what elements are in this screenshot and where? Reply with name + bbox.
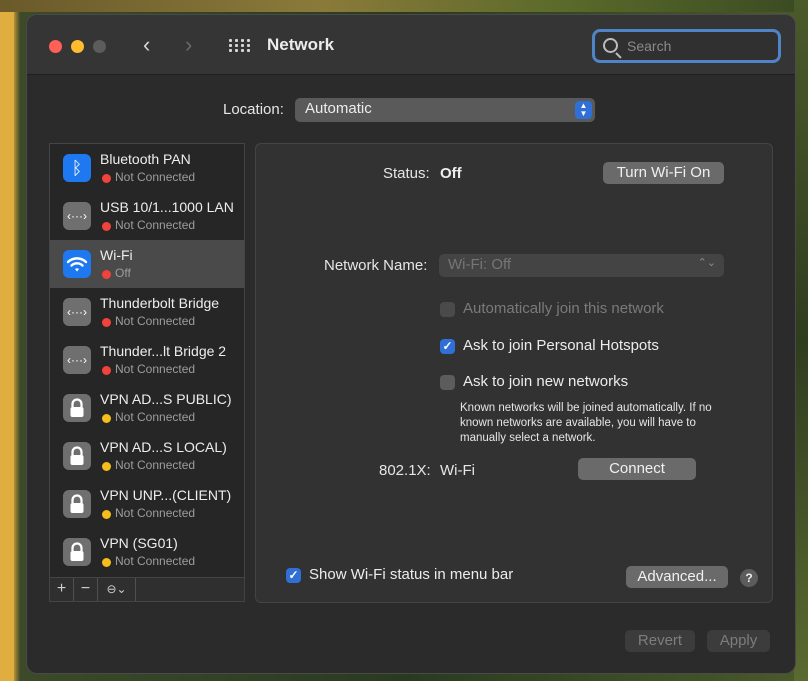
service-status: Not Connected — [115, 218, 196, 232]
apply-button[interactable]: Apply — [707, 630, 770, 652]
service-status: Off — [115, 266, 131, 280]
status-dot — [102, 318, 111, 327]
service-name: Wi-Fi — [100, 247, 133, 263]
remove-service-button[interactable]: − — [74, 578, 98, 601]
revert-button[interactable]: Revert — [625, 630, 695, 652]
show-wifi-status-label: Show Wi-Fi status in menu bar — [309, 566, 514, 583]
service-item-vpn-client[interactable]: VPN UNP...(CLIENT) Not Connected — [50, 480, 244, 528]
service-name: Bluetooth PAN — [100, 151, 191, 167]
desktop-background-top — [0, 0, 808, 12]
dot1x-label: 802.1X: — [379, 462, 431, 479]
service-status: Not Connected — [115, 362, 196, 376]
ethernet-icon: ‹···› — [63, 202, 91, 230]
service-name: VPN AD...S LOCAL) — [100, 439, 227, 455]
lock-icon — [63, 538, 91, 566]
dot1x-value: Wi-Fi — [440, 462, 475, 479]
known-networks-note: Known networks will be joined automatica… — [460, 402, 712, 444]
location-label: Location: — [223, 101, 284, 118]
status-dot — [102, 414, 111, 423]
service-name: Thunder...lt Bridge 2 — [100, 343, 227, 359]
service-item-thunderbolt-bridge-2[interactable]: ‹···› Thunder...lt Bridge 2 Not Connecte… — [50, 336, 244, 384]
personal-hotspots-checkbox[interactable]: ✓ — [440, 339, 455, 354]
service-name: Thunderbolt Bridge — [100, 295, 220, 311]
desktop-background-right — [794, 0, 808, 681]
window-title: Network — [267, 35, 335, 54]
updown-chevron-icon: ⌃⌄ — [697, 257, 716, 269]
status-dot — [102, 222, 111, 231]
help-button[interactable]: ? — [740, 569, 758, 587]
status-value: Off — [440, 165, 462, 182]
advanced-button[interactable]: Advanced... — [626, 566, 728, 588]
service-status: Not Connected — [115, 506, 196, 520]
desktop-background-left — [0, 0, 14, 681]
forward-chevron-icon[interactable]: › — [185, 33, 192, 57]
search-input[interactable] — [625, 35, 775, 57]
personal-hotspots-label: Ask to join Personal Hotspots — [463, 337, 659, 354]
network-name-label: Network Name: — [324, 257, 428, 274]
service-name: VPN UNP...(CLIENT) — [100, 487, 232, 503]
status-label: Status: — [383, 165, 430, 182]
network-name-select[interactable]: Wi-Fi: Off ⌃⌄ — [439, 254, 724, 277]
service-item-wifi[interactable]: Wi-Fi Off — [50, 240, 244, 288]
bluetooth-icon: ᛒ — [63, 154, 91, 182]
service-item-usb-lan[interactable]: ‹···› USB 10/1...1000 LAN Not Connected — [50, 192, 244, 240]
status-dot — [102, 558, 111, 567]
auto-join-checkbox[interactable] — [440, 302, 455, 317]
service-item-vpn-local[interactable]: VPN AD...S LOCAL) Not Connected — [50, 432, 244, 480]
new-networks-checkbox[interactable] — [440, 375, 455, 390]
status-dot — [102, 462, 111, 471]
lock-icon — [63, 442, 91, 470]
service-item-vpn-public[interactable]: VPN AD...S PUBLIC) Not Connected — [50, 384, 244, 432]
service-name: USB 10/1...1000 LAN — [100, 199, 234, 215]
back-chevron-icon[interactable]: ‹ — [143, 33, 150, 57]
location-select[interactable]: Automatic ▲ ▼ — [295, 98, 595, 122]
connect-button[interactable]: Connect — [578, 458, 696, 480]
network-preferences-window: ‹ › Network Location: Automatic ▲▼ ᛒ Blu… — [26, 14, 796, 674]
service-name: VPN (SG01) — [100, 535, 178, 551]
location-value: Automatic — [305, 100, 372, 117]
ethernet-icon: ‹···› — [63, 346, 91, 374]
titlebar: ‹ › Network — [27, 15, 795, 75]
wifi-detail-panel: Status: Off Turn Wi-Fi On Network Name: … — [255, 143, 773, 603]
service-status: Not Connected — [115, 314, 196, 328]
service-status: Not Connected — [115, 458, 196, 472]
service-name: VPN AD...S PUBLIC) — [100, 391, 232, 407]
show-all-grid-icon[interactable] — [229, 39, 250, 53]
service-item-vpn-sg01[interactable]: VPN (SG01) Not Connected — [50, 528, 244, 576]
ethernet-icon: ‹···› — [63, 298, 91, 326]
service-item-thunderbolt-bridge[interactable]: ‹···› Thunderbolt Bridge Not Connected — [50, 288, 244, 336]
service-list: ᛒ Bluetooth PAN Not Connected ‹···› USB … — [49, 143, 245, 577]
close-window-button[interactable] — [49, 40, 62, 53]
updown-chevron-icon: ▲ ▼ — [575, 101, 592, 119]
auto-join-label: Automatically join this network — [463, 300, 664, 317]
lock-icon — [63, 490, 91, 518]
search-icon — [603, 38, 618, 53]
show-wifi-status-checkbox[interactable]: ✓ — [286, 568, 301, 583]
status-dot — [102, 366, 111, 375]
status-dot — [102, 270, 111, 279]
service-list-toolbar: + − ⊖⌄ — [49, 577, 245, 602]
new-networks-label: Ask to join new networks — [463, 373, 629, 390]
zoom-window-button[interactable] — [93, 40, 106, 53]
status-dot — [102, 510, 111, 519]
search-field[interactable] — [592, 29, 781, 63]
action-menu-button[interactable]: ⊖⌄ — [98, 578, 136, 601]
service-status: Not Connected — [115, 554, 196, 568]
minimize-window-button[interactable] — [71, 40, 84, 53]
status-dot — [102, 174, 111, 183]
service-status: Not Connected — [115, 410, 196, 424]
add-service-button[interactable]: + — [50, 578, 74, 601]
lock-icon — [63, 394, 91, 422]
wifi-icon — [63, 250, 91, 278]
service-item-bluetooth-pan[interactable]: ᛒ Bluetooth PAN Not Connected — [50, 144, 244, 192]
turn-wifi-on-button[interactable]: Turn Wi-Fi On — [603, 162, 724, 184]
service-status: Not Connected — [115, 170, 196, 184]
network-name-value: Wi-Fi: Off — [448, 256, 512, 273]
